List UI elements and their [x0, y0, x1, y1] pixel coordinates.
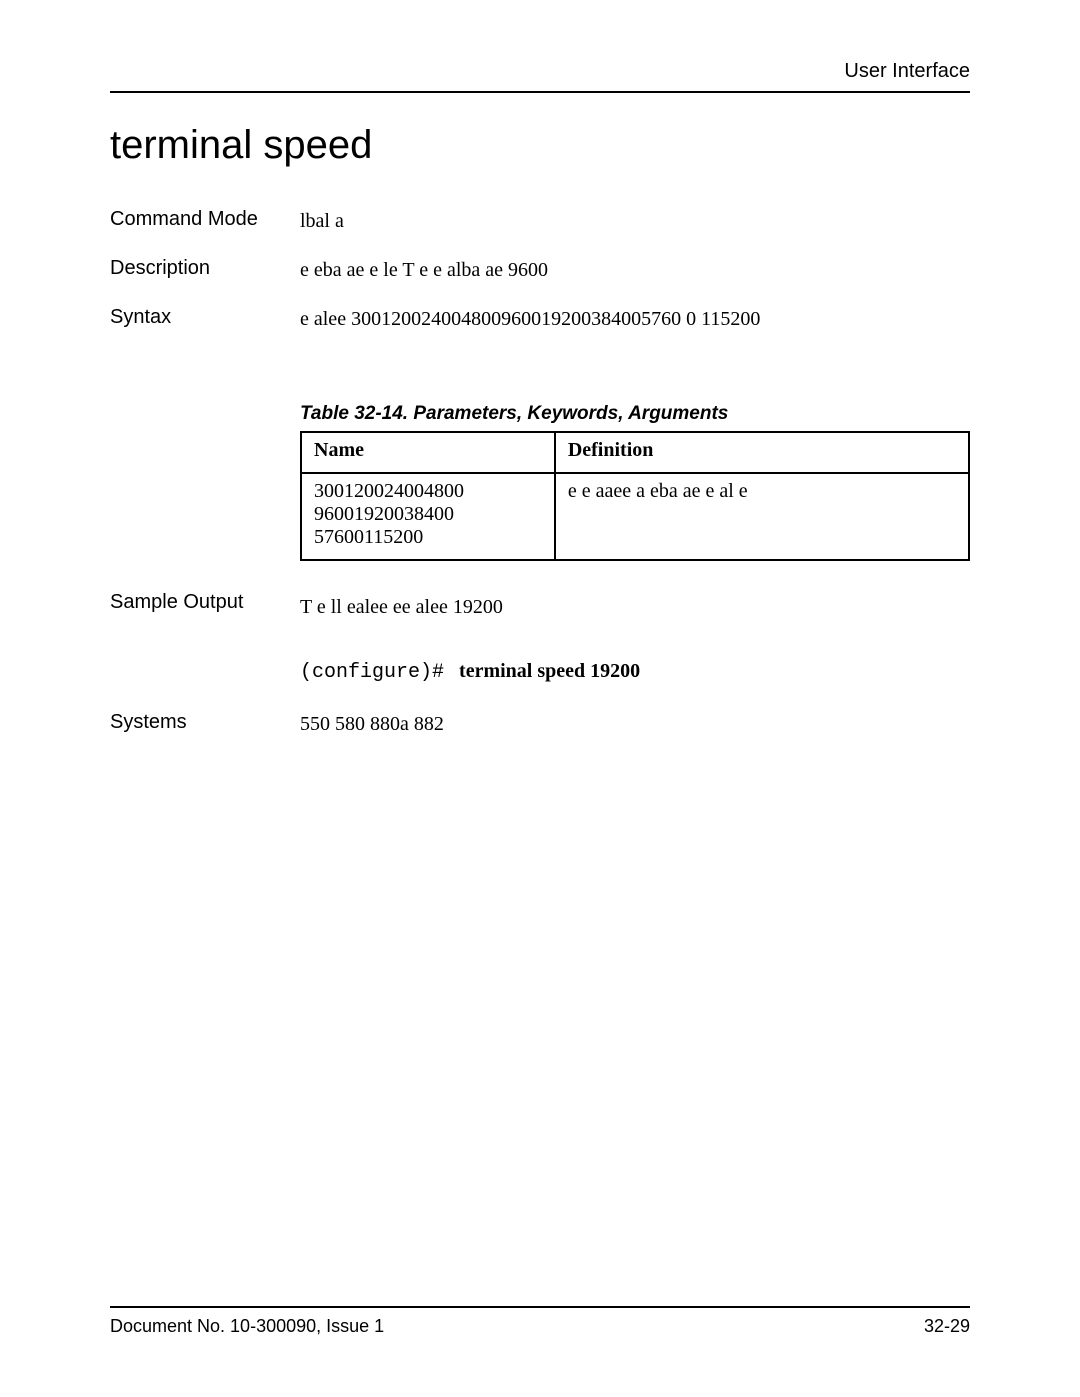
- syntax-value: e alee 300120024004800960019200384005760…: [300, 306, 970, 333]
- description-value: e eba ae e le T e e alba ae 9600: [300, 257, 970, 284]
- parameters-table-area: Table 32-14. Parameters, Keywords, Argum…: [300, 403, 970, 561]
- header-section-label: User Interface: [110, 60, 970, 83]
- sample-output-label: Sample Output: [110, 591, 300, 689]
- sample-output-row: Sample Output T e ll ealee ee alee 19200…: [110, 591, 970, 689]
- table-header-name: Name: [301, 432, 555, 473]
- sample-output-value: T e ll ealee ee alee 19200 (configure)# …: [300, 591, 970, 689]
- command-mode-row: Command Mode lbal a: [110, 208, 970, 235]
- parameters-table: Name Definition 300120024004800 96001920…: [300, 431, 970, 561]
- sample-output-text: T e ll ealee ee alee 19200: [300, 596, 503, 618]
- description-row: Description e eba ae e le T e e alba ae …: [110, 257, 970, 284]
- sample-output-prompt: (configure)#: [300, 661, 444, 684]
- sample-output-command: terminal speed 19200: [459, 660, 640, 682]
- footer-page-number: 32-29: [924, 1316, 970, 1337]
- systems-row: Systems 550 580 880a 882: [110, 711, 970, 738]
- table-caption: Table 32-14. Parameters, Keywords, Argum…: [300, 403, 970, 425]
- header-rule: [110, 91, 970, 93]
- page-footer: Document No. 10-300090, Issue 1 32-29: [110, 1306, 970, 1337]
- document-page: User Interface terminal speed Command Mo…: [0, 0, 1080, 1397]
- page-title: terminal speed: [110, 123, 970, 168]
- systems-value: 550 580 880a 882: [300, 711, 970, 738]
- syntax-row: Syntax e alee 30012002400480096001920038…: [110, 306, 970, 333]
- command-mode-value: lbal a: [300, 208, 970, 235]
- table-cell-definition: e e aaee a eba ae e al e: [555, 473, 969, 560]
- table-cell-name: 300120024004800 96001920038400 576001152…: [301, 473, 555, 560]
- systems-label: Systems: [110, 711, 300, 738]
- syntax-label: Syntax: [110, 306, 300, 333]
- table-header-definition: Definition: [555, 432, 969, 473]
- description-label: Description: [110, 257, 300, 284]
- footer-row: Document No. 10-300090, Issue 1 32-29: [110, 1316, 970, 1337]
- command-mode-label: Command Mode: [110, 208, 300, 235]
- table-row: 300120024004800 96001920038400 576001152…: [301, 473, 969, 560]
- footer-doc-number: Document No. 10-300090, Issue 1: [110, 1316, 384, 1337]
- table-header-row: Name Definition: [301, 432, 969, 473]
- footer-rule: [110, 1306, 970, 1308]
